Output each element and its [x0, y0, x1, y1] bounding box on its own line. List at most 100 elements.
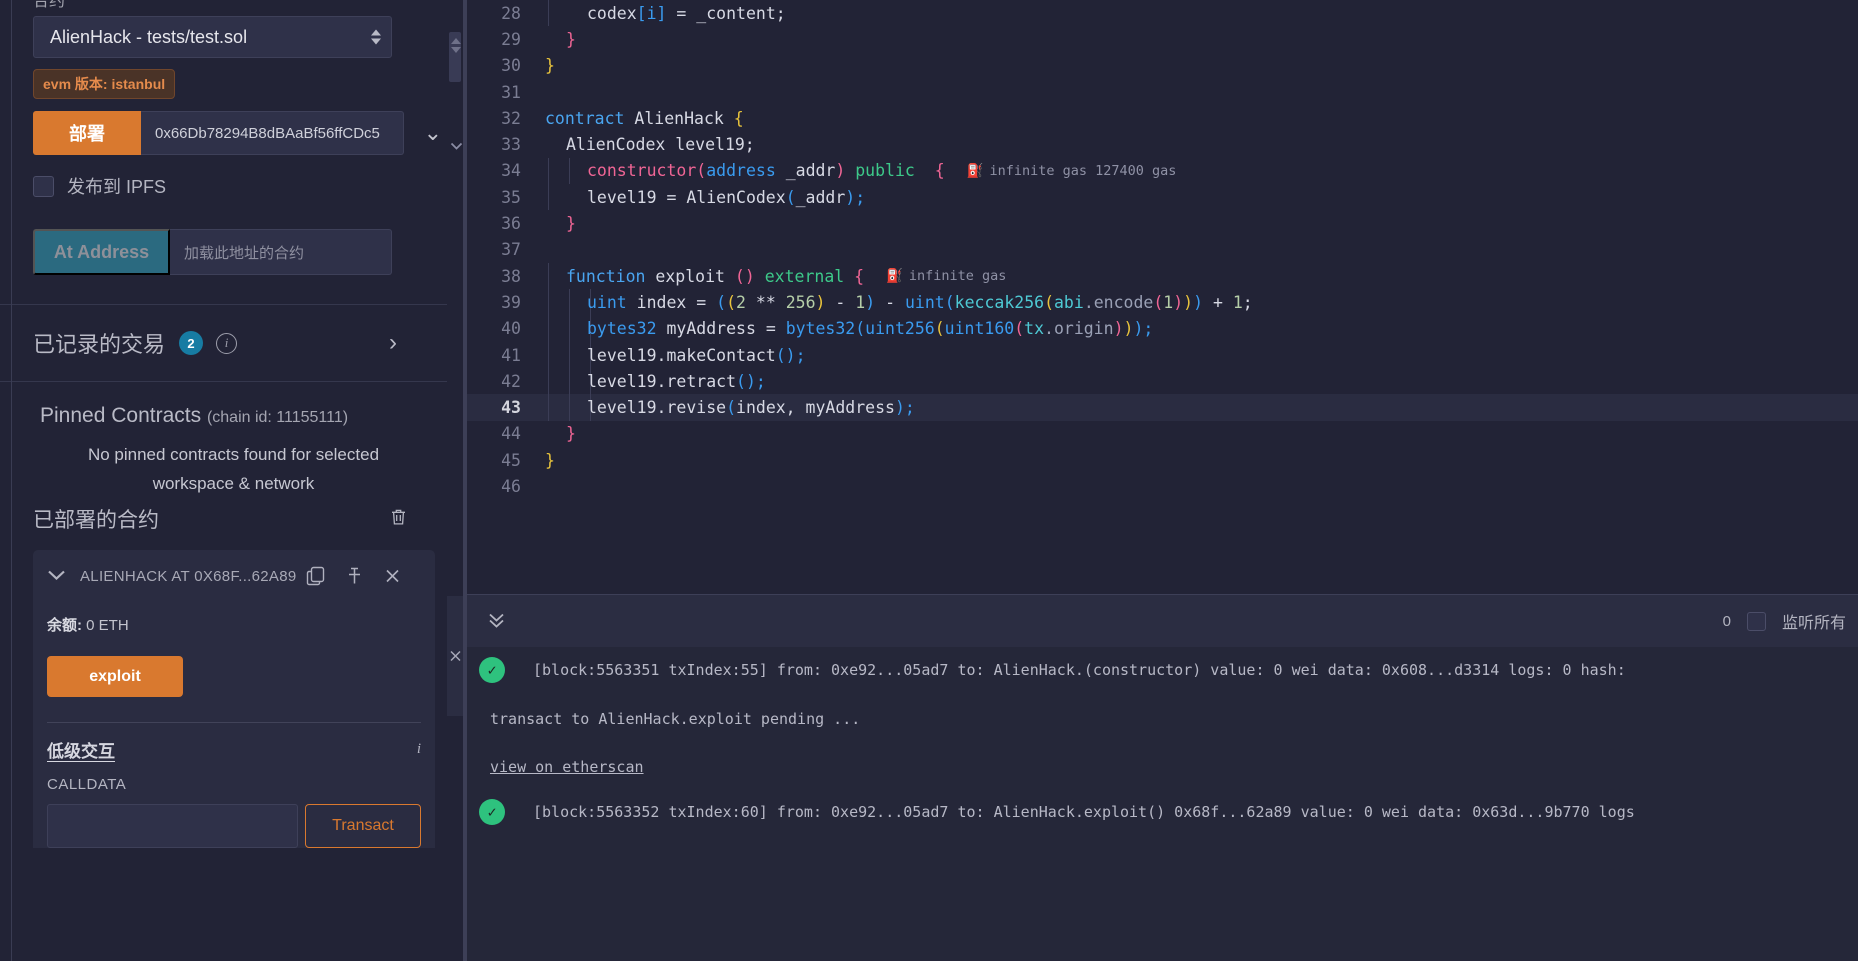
- pin-icon[interactable]: [345, 566, 364, 586]
- line-number: 33: [501, 135, 521, 155]
- line-number: 35: [501, 187, 521, 207]
- at-address-row: At Address 加载此地址的合约: [33, 229, 392, 275]
- indent-guide: [548, 368, 549, 395]
- editor-left-rail: [447, 0, 463, 594]
- low-level-interactions-row: 低级交互 i: [47, 737, 421, 762]
- line-number: 42: [501, 371, 521, 391]
- terminal-transaction-row[interactable]: ✓ [block:5563351 txIndex:55] from: 0xe92.…: [479, 647, 1858, 693]
- code-text: level19.makeContact();: [587, 345, 806, 365]
- code-line[interactable]: 42 level19.retract();: [467, 368, 1858, 395]
- gas-estimate-hint: ⛽ infinite gas 127400 gas: [966, 162, 1177, 179]
- terminal-transaction-text: [block:5563352 txIndex:60] from: 0xe92..…: [533, 803, 1635, 821]
- copy-icon[interactable]: [306, 566, 325, 586]
- code-line[interactable]: 44}: [467, 421, 1858, 447]
- indent-guide: [569, 368, 570, 395]
- publish-ipfs-label: 发布到 IPFS: [67, 177, 167, 197]
- pinned-title-text: Pinned Contracts: [40, 404, 202, 427]
- terminal-message: transact to AlienHack.exploit pending ..…: [490, 710, 861, 728]
- transact-button[interactable]: Transact: [305, 804, 421, 848]
- close-icon[interactable]: [447, 596, 463, 716]
- line-number: 45: [501, 450, 521, 470]
- etherscan-link[interactable]: view on etherscan: [479, 745, 1858, 789]
- deploy-button[interactable]: 部署: [33, 111, 141, 155]
- info-icon[interactable]: i: [417, 741, 421, 758]
- info-icon[interactable]: i: [216, 332, 238, 354]
- code-line[interactable]: 37: [467, 237, 1858, 263]
- publish-ipfs-checkbox[interactable]: [33, 175, 54, 197]
- indent-guide: [569, 289, 570, 316]
- line-number: 44: [501, 424, 521, 444]
- code-line[interactable]: 36}: [467, 210, 1858, 236]
- indent-guide: [548, 394, 549, 421]
- scroll-stepper-icon[interactable]: [451, 38, 461, 53]
- line-number: 29: [501, 29, 521, 49]
- listen-all-checkbox[interactable]: [1746, 611, 1766, 631]
- indent-guide: [569, 341, 570, 369]
- code-line[interactable]: 34 constructor(address _addr) public { ⛽ in…: [467, 157, 1858, 185]
- indent-guide: [569, 394, 570, 421]
- select-stepper-icon[interactable]: [371, 29, 381, 45]
- close-icon[interactable]: [384, 567, 401, 585]
- code-text: contract AlienHack {: [545, 108, 744, 128]
- pinned-contracts-title: Pinned Contracts (chain id: 11155111): [40, 404, 427, 428]
- code-text: }: [545, 56, 555, 76]
- pinned-empty-message: No pinned contracts found for selected w…: [87, 445, 380, 493]
- code-line[interactable]: 29}: [467, 26, 1858, 52]
- deploy-address-input[interactable]: 0x66Db78294B8dBAaBf56ffCDc5: [141, 111, 404, 155]
- calldata-input[interactable]: [47, 804, 298, 848]
- instance-actions: [306, 566, 401, 586]
- code-line[interactable]: 38 function exploit () external {⛽ infinit…: [467, 262, 1858, 290]
- code-line[interactable]: 30}: [467, 53, 1858, 79]
- code-line[interactable]: 39 uint index = ((2 ** 256) - 1) - uint(k…: [467, 289, 1858, 316]
- code-line[interactable]: 45}: [467, 447, 1858, 473]
- code-editor[interactable]: 28 codex[i] = _content; 29} 30} 31 32 contract…: [467, 0, 1858, 594]
- code-text: level19 = AlienCodex(_addr);: [587, 187, 866, 207]
- terminal-log[interactable]: ✓ [block:5563351 txIndex:55] from: 0xe92.…: [467, 647, 1858, 961]
- chevron-double-down-icon[interactable]: [487, 610, 506, 633]
- terminal-panel: 0 监听所有 ✓ [block:5563351 txIndex:55] from:…: [447, 594, 1858, 961]
- code-line[interactable]: 28 codex[i] = _content;: [467, 0, 1858, 27]
- code-line[interactable]: 33 AlienCodex level19;: [467, 131, 1858, 157]
- contract-select-value: AlienHack - tests/test.sol: [50, 26, 248, 47]
- line-number: 28: [501, 3, 521, 23]
- code-line[interactable]: 35 level19 = AlienCodex(_addr);: [467, 184, 1858, 211]
- chevron-down-icon[interactable]: [450, 138, 463, 155]
- contract-label: 合约: [33, 0, 66, 10]
- trash-icon[interactable]: [390, 508, 407, 531]
- balance-label: 余额:: [47, 617, 82, 634]
- code-line[interactable]: 43 level19.revise(index, myAddress);: [467, 394, 1858, 421]
- success-check-icon: ✓: [479, 799, 505, 825]
- exploit-button[interactable]: exploit: [47, 656, 183, 697]
- code-line[interactable]: 46: [467, 473, 1858, 499]
- code-line[interactable]: 32 contract AlienHack {: [467, 105, 1858, 131]
- instance-name: ALIENHACK AT 0X68F...62A89 (BL: [80, 567, 298, 585]
- at-address-input[interactable]: 加载此地址的合约: [170, 229, 392, 275]
- recorded-transactions-row[interactable]: 已记录的交易 2 i ›: [0, 305, 447, 381]
- remix-ide-window: 合约 AlienHack - tests/test.sol evm 版本: is…: [0, 0, 1858, 961]
- chevron-down-icon[interactable]: [47, 568, 66, 585]
- pinned-contracts-section: Pinned Contracts (chain id: 11155111) No…: [0, 382, 447, 498]
- line-number: 38: [501, 266, 521, 286]
- calldata-row: Transact: [47, 804, 421, 848]
- code-line[interactable]: 40 bytes32 myAddress = bytes32(uint256(ui…: [467, 315, 1858, 342]
- code-text: bytes32 myAddress = bytes32(uint256(uint…: [587, 319, 1154, 339]
- at-address-button[interactable]: At Address: [33, 229, 170, 275]
- line-number: 30: [501, 56, 521, 76]
- code-text: uint index = ((2 ** 256) - 1) - uint(kec…: [587, 292, 1253, 312]
- line-number: 37: [501, 240, 521, 260]
- code-text: constructor(address _addr) public {: [587, 161, 945, 181]
- success-check-icon: ✓: [479, 657, 505, 683]
- publish-ipfs-row[interactable]: 发布到 IPFS: [33, 173, 415, 199]
- code-line[interactable]: 41 level19.makeContact();: [467, 341, 1858, 369]
- editor-and-terminal: 28 codex[i] = _content; 29} 30} 31 32 contract…: [447, 0, 1858, 961]
- instance-divider: [47, 722, 421, 723]
- chevron-down-icon[interactable]: ⌄: [424, 122, 442, 144]
- terminal-transaction-row[interactable]: ✓ [block:5563352 txIndex:60] from: 0xe92.…: [479, 789, 1858, 835]
- code-line[interactable]: 31: [467, 79, 1858, 105]
- line-number: 36: [501, 214, 521, 234]
- code-text: }: [545, 450, 555, 470]
- contract-select[interactable]: AlienHack - tests/test.sol: [33, 16, 392, 58]
- chevron-right-icon[interactable]: ›: [389, 329, 397, 357]
- line-number: 34: [501, 161, 521, 181]
- instance-header[interactable]: ALIENHACK AT 0X68F...62A89 (BL: [47, 566, 421, 586]
